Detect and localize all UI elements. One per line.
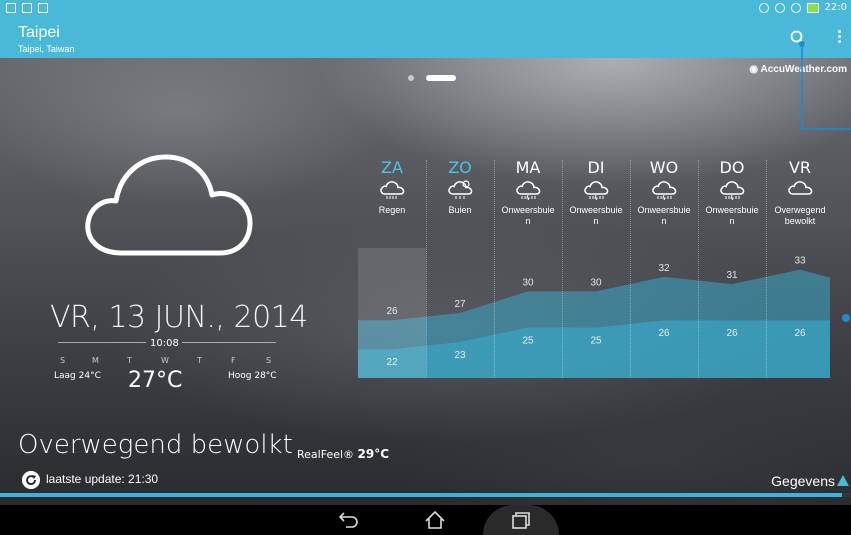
showers-sun-icon bbox=[448, 180, 473, 199]
refresh-icon[interactable] bbox=[22, 471, 40, 489]
low-temp: Laag 24°C bbox=[54, 371, 101, 381]
weekday-letter: S bbox=[266, 356, 272, 365]
forecast-day[interactable]: DO Onweersbuie n bbox=[698, 158, 766, 227]
weekday-letter: T bbox=[197, 356, 202, 365]
forecast-day[interactable]: MA Onweersbuie n bbox=[494, 158, 562, 227]
low-temp-label: 25 bbox=[522, 335, 534, 346]
realfeel-label: RealFeel® bbox=[297, 448, 355, 461]
callout-pointer bbox=[799, 41, 851, 130]
forecast-description: Onweersbuie n bbox=[637, 205, 691, 226]
low-temp-label: 25 bbox=[590, 335, 602, 346]
forecast-description: Regen bbox=[378, 205, 406, 215]
weather-background: 22:0 Taipei Taipei, Taiwan ◉ AccuWeather… bbox=[0, 0, 851, 535]
forecast-separator bbox=[630, 160, 631, 378]
forecast-description: Onweersbuie n bbox=[501, 205, 555, 226]
realfeel: RealFeel® 29°C bbox=[297, 447, 389, 461]
mute-icon bbox=[758, 2, 769, 13]
high-temp-label: 30 bbox=[590, 277, 602, 288]
update-progress-bar bbox=[0, 493, 851, 497]
weekday-letter: W bbox=[161, 356, 169, 365]
forecast-panel: 26 22 27 23 30 25 30 25 32 26 31 26 33 26 ZA Regen ZO Bu… bbox=[358, 158, 830, 378]
forecast-separator bbox=[766, 160, 767, 378]
forecast-day[interactable]: DI Onweersbuie n bbox=[562, 158, 630, 227]
page-indicator[interactable] bbox=[408, 75, 456, 81]
forecast-day[interactable]: ZO Buien bbox=[426, 158, 494, 216]
current-temp: 27°C bbox=[128, 368, 183, 393]
file-notification-icon bbox=[22, 3, 32, 13]
weekday-letter: T bbox=[127, 356, 132, 365]
high-temp-label: 33 bbox=[794, 256, 806, 267]
forecast-day[interactable]: WO Onweersbuie n bbox=[630, 158, 698, 227]
wifi-icon bbox=[790, 2, 801, 13]
high-temp-label: 26 bbox=[386, 306, 398, 317]
realfeel-value: 29°C bbox=[357, 447, 390, 461]
gallery-notification-icon bbox=[6, 3, 16, 13]
forecast-day-name: ZO bbox=[448, 158, 472, 177]
navigation-bar bbox=[0, 505, 851, 535]
forecast-description: Overwegend bewolkt bbox=[774, 205, 826, 226]
callout-dot bbox=[842, 314, 850, 322]
update-progress-fill bbox=[0, 493, 843, 497]
current-date: VR, 13 JUN., 2014 bbox=[50, 300, 308, 335]
system-icons: 22:0 bbox=[758, 2, 847, 13]
high-temp-label: 32 bbox=[658, 263, 670, 274]
forecast-separator bbox=[426, 160, 427, 378]
status-time: 22:0 bbox=[824, 2, 847, 13]
battery-icon bbox=[806, 2, 819, 13]
forecast-separator bbox=[562, 160, 563, 378]
forecast-day-name: DO bbox=[719, 158, 745, 177]
status-bar: 22:0 bbox=[0, 0, 851, 18]
triangle-up-icon[interactable] bbox=[837, 475, 849, 486]
app-bar: Taipei Taipei, Taiwan bbox=[0, 18, 851, 58]
weekday-letter: M bbox=[92, 356, 99, 365]
low-temp-label: 26 bbox=[658, 328, 670, 339]
forecast-separator bbox=[698, 160, 699, 378]
weekday-letter: S bbox=[60, 356, 66, 365]
high-temp-label: 27 bbox=[454, 299, 466, 310]
forecast-day-name: WO bbox=[649, 158, 679, 177]
current-time: 10:08 bbox=[150, 338, 179, 349]
page-dot-active[interactable] bbox=[426, 75, 456, 81]
low-temp-label: 22 bbox=[386, 357, 398, 368]
recent-apps-icon[interactable] bbox=[510, 511, 532, 529]
forecast-day[interactable]: VR Overwegend bewolkt bbox=[766, 158, 834, 227]
low-temp-label: 26 bbox=[726, 328, 738, 339]
forecast-day[interactable]: ZA Regen bbox=[358, 158, 426, 216]
condition-text: Overwegend bewolkt bbox=[18, 430, 293, 460]
cloud-icon bbox=[788, 181, 813, 195]
notification-icons bbox=[6, 3, 48, 13]
forecast-description: Buien bbox=[448, 205, 472, 215]
forecast-day-name: ZA bbox=[381, 158, 403, 177]
alarm-icon bbox=[774, 2, 785, 13]
thunderstorm-icon bbox=[720, 181, 745, 200]
forecast-day-name: VR bbox=[788, 158, 812, 177]
high-temp: Hoog 28°C bbox=[228, 371, 277, 381]
forecast-day-name: MA bbox=[515, 158, 541, 177]
back-icon[interactable] bbox=[337, 511, 359, 529]
temperature-chart: 26 22 27 23 30 25 30 25 32 26 31 26 33 26 bbox=[358, 248, 830, 378]
city-name[interactable]: Taipei bbox=[18, 24, 60, 42]
low-temp-label: 26 bbox=[794, 328, 806, 339]
high-temp-label: 30 bbox=[522, 277, 534, 288]
low-temp-label: 23 bbox=[454, 350, 466, 361]
day-divider bbox=[58, 342, 146, 343]
thunderstorm-icon bbox=[584, 181, 609, 200]
forecast-description: Onweersbuie n bbox=[569, 205, 623, 226]
high-temp-label: 31 bbox=[726, 270, 738, 281]
cloud-icon bbox=[85, 154, 253, 256]
home-icon[interactable] bbox=[424, 511, 446, 529]
last-update: laatste update: 21:30 bbox=[46, 472, 159, 486]
forecast-separator bbox=[494, 160, 495, 378]
rain-icon bbox=[380, 181, 405, 199]
region-name: Taipei, Taiwan bbox=[18, 44, 75, 54]
page-dot[interactable] bbox=[408, 75, 414, 81]
weekday-letter: F bbox=[231, 356, 236, 365]
thunderstorm-icon bbox=[652, 181, 677, 200]
day-divider bbox=[182, 342, 276, 343]
screen-notification-icon bbox=[38, 3, 48, 13]
thunderstorm-icon bbox=[516, 181, 541, 200]
forecast-description: Onweersbuie n bbox=[705, 205, 759, 226]
forecast-day-name: DI bbox=[587, 158, 605, 177]
details-button[interactable]: Gegevens bbox=[771, 473, 835, 489]
